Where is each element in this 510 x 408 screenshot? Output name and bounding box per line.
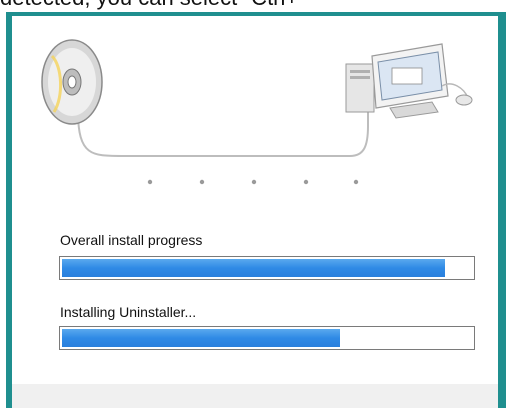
button-bar <box>12 384 498 408</box>
current-task-label: Installing Uninstaller... <box>60 304 197 320</box>
overall-progress-label: Overall install progress <box>60 232 203 248</box>
background-caption-text: detected, you can select "Ctrl+ <box>0 0 510 11</box>
progress-dots <box>147 179 359 185</box>
current-task-progress-fill <box>62 329 340 347</box>
installer-window: Overall install progress Installing Unin… <box>12 16 498 408</box>
current-task-progress-bar <box>59 326 475 350</box>
progress-dot <box>353 179 359 185</box>
progress-dot <box>303 179 309 185</box>
overall-progress-bar <box>59 256 475 280</box>
progress-dot <box>251 179 257 185</box>
progress-dot <box>199 179 205 185</box>
cable-line <box>77 104 369 157</box>
overall-progress-fill <box>62 259 446 277</box>
disc-icon <box>41 39 103 125</box>
computer-icon <box>345 43 449 119</box>
progress-dot <box>147 179 153 185</box>
setup-illustration <box>41 39 473 185</box>
